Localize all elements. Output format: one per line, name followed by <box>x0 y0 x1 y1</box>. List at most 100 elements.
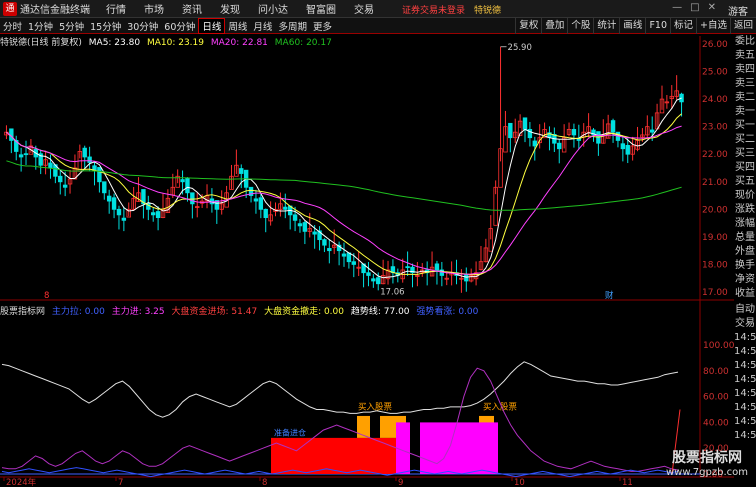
stock-title: 特锐德(日线 前复权) <box>0 38 82 48</box>
side2-item: 14:56 <box>734 416 756 427</box>
side-item: 买二 <box>735 134 755 145</box>
low-label: 17.06 <box>380 287 404 297</box>
price-tick: 21.00 <box>702 178 728 188</box>
side-item: 卖四 <box>735 64 755 75</box>
candle-body <box>366 272 371 276</box>
candle-body <box>522 117 528 130</box>
ind-dapan-out: 大盘资金撤走: 0.00 <box>264 307 344 317</box>
candle-body <box>62 184 68 188</box>
candle-body <box>58 175 63 183</box>
candle-body <box>155 211 161 219</box>
side-item: 现价 <box>735 190 755 201</box>
ind-dapan-in: 大盘资金进场: 51.47 <box>171 307 258 317</box>
side-item: 涨跌 <box>735 204 755 215</box>
ind-zhulijin: 主力进: 3.25 <box>111 307 165 317</box>
side-item: 净资 <box>735 274 755 285</box>
candle-body <box>23 153 29 156</box>
price-tick: 22.00 <box>702 150 728 160</box>
candle-body <box>121 217 127 221</box>
price-tick: 25.00 <box>702 68 728 78</box>
ma60-label: MA60: 20.17 <box>274 38 332 48</box>
candle-body <box>185 178 190 194</box>
price-tick: 26.00 <box>702 40 728 50</box>
candle-body <box>297 223 303 227</box>
candle-body <box>434 263 440 271</box>
ind-trend: 趋势线: 77.00 <box>350 307 410 317</box>
ma20-label: MA20: 22.81 <box>210 38 268 48</box>
candle-body <box>18 154 24 158</box>
candle-body <box>258 197 264 210</box>
side-item: 卖三 <box>735 78 755 89</box>
side2-item: 14:56 <box>734 346 756 357</box>
kline-chart[interactable]: 26.00 25.00 24.00 23.00 22.00 21.00 20.00 19.00… <box>0 0 756 487</box>
candle-body <box>283 206 288 210</box>
ma10-label: MA10: 23.19 <box>146 38 204 48</box>
side2-item: 14:56 <box>734 374 756 385</box>
side-item: 买三 <box>735 148 755 159</box>
side2-item: 14:56 <box>734 360 756 371</box>
side-item: 买一 <box>735 120 755 131</box>
side2-item: 交易 <box>735 318 755 329</box>
ind-zhulila: 主力拉: 0.00 <box>51 307 105 317</box>
dapan-in-block <box>271 437 396 474</box>
side-item: 收益 <box>735 288 755 299</box>
candle-body <box>312 231 317 235</box>
buy-bar <box>357 415 370 438</box>
finance-mark: 财 <box>605 290 614 301</box>
side2-item: 14:56 <box>734 332 756 343</box>
side-item: 委比 <box>735 36 755 47</box>
date-label: 9 <box>398 478 403 487</box>
date-label: 7 <box>118 478 123 487</box>
date-label: 11 <box>622 478 633 487</box>
candle-body <box>116 208 122 216</box>
candle-body <box>351 261 356 265</box>
candle-body <box>508 122 513 139</box>
tick-side-panel: 自动 交易 14:56 14:56 14:56 14:56 14:56 14:5… <box>734 303 756 443</box>
side-item: 买五 <box>735 176 755 187</box>
main-legend: 特锐德(日线 前复权) MA5: 23.80 MA10: 23.19 MA20:… <box>0 35 336 48</box>
candle-body <box>346 252 352 263</box>
candle-body <box>405 266 410 269</box>
ma60-line <box>6 160 682 211</box>
indicator-tick: 40.00 <box>703 418 729 428</box>
indicator-tick: 80.00 <box>703 367 729 377</box>
side-item: 卖五 <box>735 50 755 61</box>
side2-item: 自动 <box>735 304 755 315</box>
indicator-tick: 60.00 <box>703 393 729 403</box>
ready-signal-label: 准备进仓 <box>274 427 306 437</box>
side-item: 卖一 <box>735 106 755 117</box>
candle-body <box>464 274 469 282</box>
high-label: 25.90 <box>508 43 532 53</box>
candle-body <box>620 143 626 150</box>
candle-body <box>302 222 308 232</box>
candle-body <box>190 192 195 205</box>
candle-body <box>263 208 268 218</box>
side2-item: 14:56 <box>734 430 756 441</box>
watermark-title: 股票指标网 <box>672 450 742 466</box>
candle-body <box>111 197 117 210</box>
ma5-label: MA5: 23.80 <box>88 38 141 48</box>
candle-body <box>151 212 156 216</box>
candle-body <box>610 120 616 133</box>
price-tick: 18.00 <box>702 260 728 270</box>
trend-line <box>1 361 679 418</box>
candle-body <box>571 129 577 136</box>
watermark: 股票指标网 www.7gpzb.com <box>660 450 754 479</box>
price-tick: 17.00 <box>702 288 728 298</box>
event-mark: 8 <box>44 291 49 301</box>
indicator-title[interactable]: 股票指标网 <box>0 307 45 317</box>
candle-body <box>239 168 244 174</box>
candle-body <box>625 145 630 155</box>
price-tick: 24.00 <box>702 95 728 105</box>
side2-item: 14:56 <box>734 402 756 413</box>
ind-strong: 强势看涨: 0.00 <box>416 307 479 317</box>
indicator-tick: 100.00 <box>703 341 735 351</box>
side-item: 买四 <box>735 162 755 173</box>
side-item: 换手 <box>735 260 755 271</box>
side2-item: 14:56 <box>734 388 756 399</box>
candle-body <box>376 277 381 285</box>
indicator-legend: 股票指标网 主力拉: 0.00 主力进: 3.25 大盘资金进场: 51.47 … <box>0 304 482 317</box>
candle-body <box>371 278 376 282</box>
candle-body <box>292 214 298 221</box>
candle-body <box>97 167 102 183</box>
